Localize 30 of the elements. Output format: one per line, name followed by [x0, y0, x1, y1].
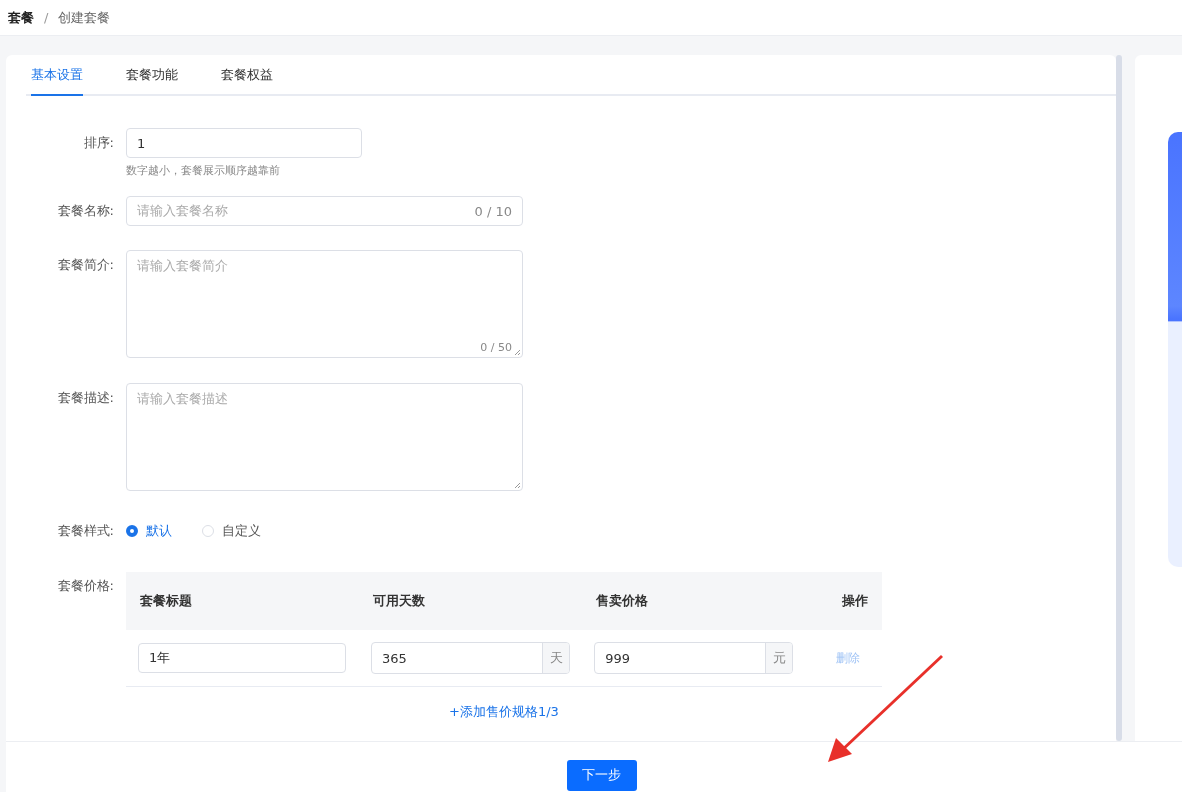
- tab[interactable]: 基本设置: [31, 55, 83, 96]
- name-input[interactable]: 请输入套餐名称 0 / 10: [126, 196, 523, 226]
- intro-textarea[interactable]: 请输入套餐简介 0 / 50: [126, 250, 523, 358]
- breadcrumb-current: 创建套餐: [58, 8, 111, 27]
- next-button[interactable]: 下一步: [566, 759, 637, 791]
- field-hint: 数字越小，套餐展示顺序越靠前: [126, 163, 281, 178]
- breadcrumb-separator: /: [44, 10, 49, 25]
- field-label: 排序:: [82, 134, 115, 152]
- field-label: 套餐样式:: [56, 522, 115, 540]
- resize-handle-icon[interactable]: [514, 349, 521, 356]
- title-input[interactable]: 1年: [138, 643, 346, 673]
- radio-option[interactable]: 默认: [126, 522, 172, 540]
- field-label: 套餐价格:: [56, 577, 115, 595]
- breadcrumb-link[interactable]: 套餐: [8, 8, 34, 27]
- price-input[interactable]: 999 元: [594, 642, 794, 674]
- field-label: 套餐名称:: [56, 202, 115, 220]
- days-input[interactable]: 365 天: [370, 642, 571, 674]
- column-header: 套餐标题: [126, 572, 359, 630]
- column-header: 可用天数: [358, 572, 583, 630]
- tab[interactable]: 套餐功能: [126, 55, 178, 96]
- sort-input[interactable]: 1: [126, 128, 362, 158]
- radio-option[interactable]: 自定义: [202, 522, 261, 540]
- field-label: 套餐描述:: [56, 389, 115, 407]
- scrollbar[interactable]: [1116, 55, 1122, 741]
- column-header: 操作: [805, 572, 882, 630]
- field-label: 套餐简介:: [56, 256, 115, 274]
- resize-handle-icon[interactable]: [514, 482, 521, 489]
- column-header: 售卖价格: [582, 572, 806, 630]
- add-price-link[interactable]: +添加售价规格1/3: [449, 703, 559, 721]
- tab[interactable]: 套餐权益: [221, 55, 273, 96]
